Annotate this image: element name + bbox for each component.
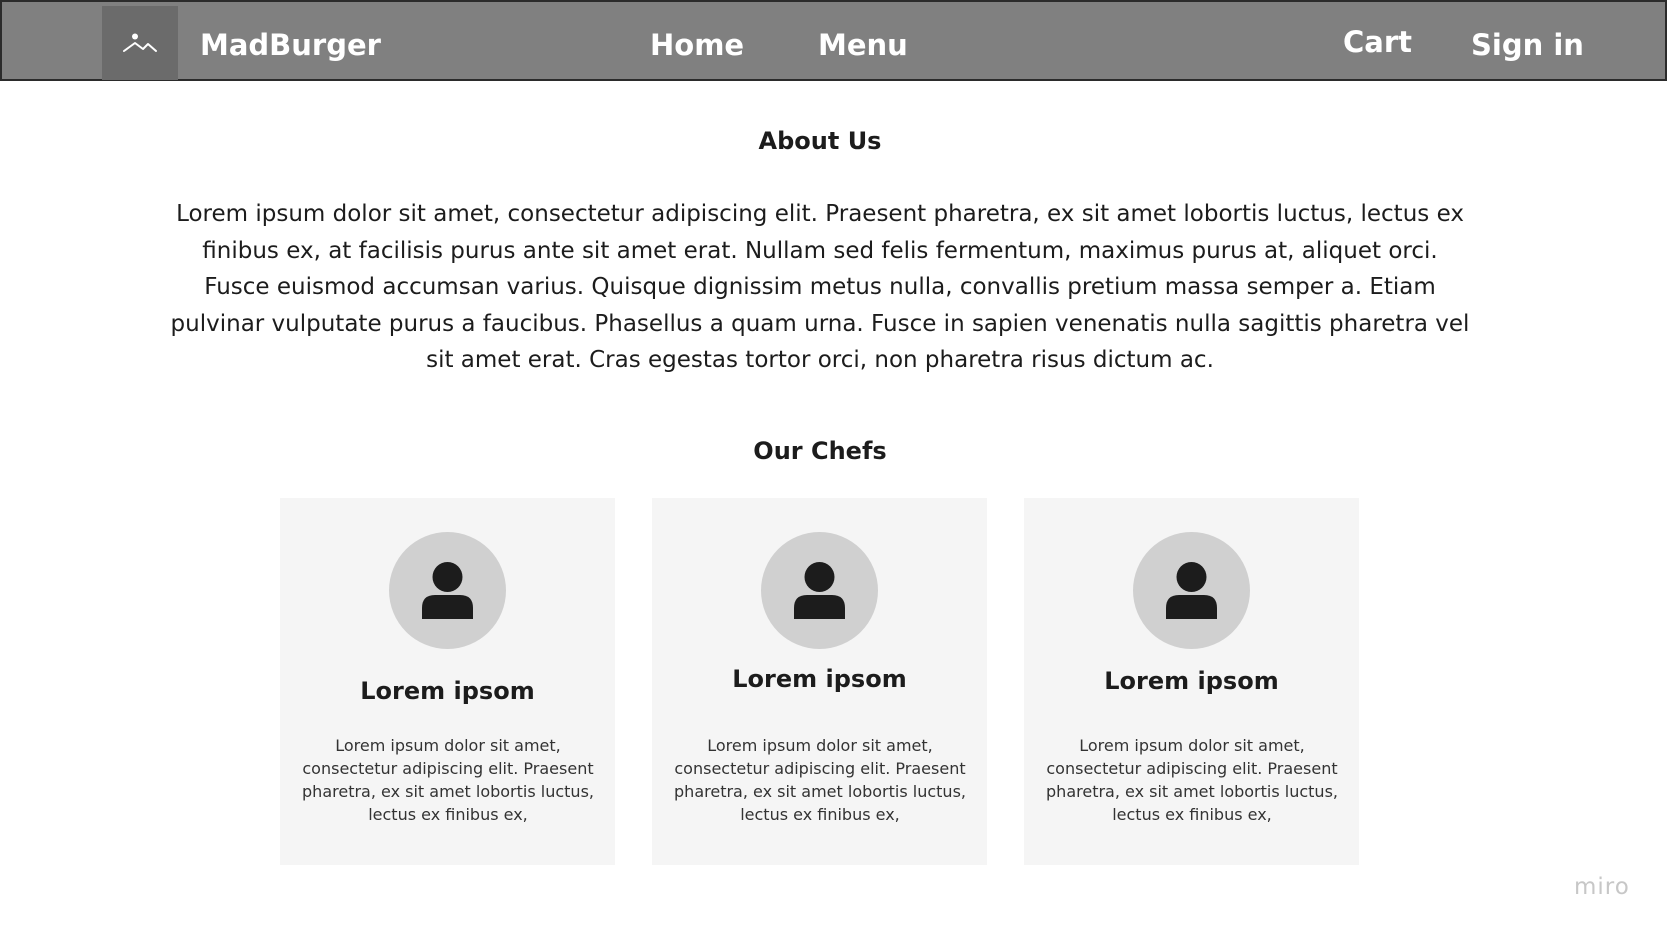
avatar (1133, 532, 1250, 649)
chef-name: Lorem ipsom (1104, 667, 1279, 695)
chef-card: Lorem ipsom Lorem ipsum dolor sit amet, … (280, 498, 615, 865)
chef-card: Lorem ipsom Lorem ipsum dolor sit amet, … (1024, 498, 1359, 865)
chef-description: Lorem ipsum dolor sit amet, consectetur … (674, 736, 966, 824)
avatar (389, 532, 506, 649)
about-us-heading: About Us (758, 127, 882, 155)
nav-cart-link[interactable]: Cart (1343, 23, 1412, 61)
chef-description: Lorem ipsum dolor sit amet, consectetur … (1046, 736, 1338, 824)
user-icon (422, 562, 473, 619)
top-navbar: MadBurger Home Menu Cart Sign in (0, 0, 1667, 81)
brand-name[interactable]: MadBurger (200, 26, 381, 64)
avatar (761, 532, 878, 649)
about-us-paragraph: Lorem ipsum dolor sit amet, consectetur … (170, 201, 1470, 373)
nav-sign-in-link[interactable]: Sign in (1471, 26, 1584, 64)
user-icon (1166, 562, 1217, 619)
chef-name: Lorem ipsom (732, 665, 907, 693)
image-placeholder-icon (123, 33, 157, 52)
chef-card: Lorem ipsom Lorem ipsum dolor sit amet, … (652, 498, 987, 865)
user-icon (794, 562, 845, 619)
nav-home-link[interactable]: Home (650, 26, 744, 64)
logo[interactable] (102, 6, 178, 80)
nav-menu-link[interactable]: Menu (818, 26, 908, 64)
miro-watermark: miro (1574, 874, 1630, 900)
chef-name: Lorem ipsom (360, 677, 535, 705)
our-chefs-heading: Our Chefs (753, 437, 887, 465)
chef-description: Lorem ipsum dolor sit amet, consectetur … (302, 736, 594, 824)
